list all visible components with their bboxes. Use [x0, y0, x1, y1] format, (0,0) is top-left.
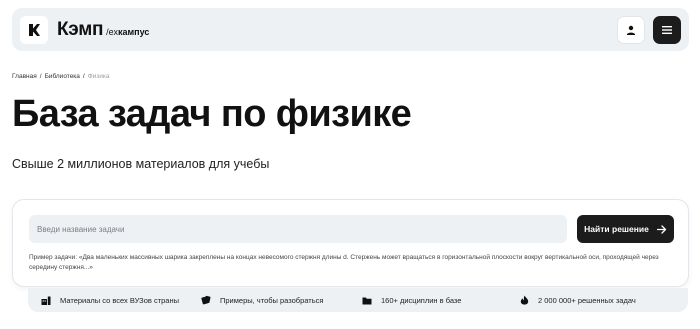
feature-label: Примеры, чтобы разобраться [220, 295, 324, 305]
user-icon [626, 25, 636, 35]
breadcrumb-current: Физика [87, 73, 110, 80]
search-card: Найти решение Пример задачи: «Два малень… [12, 199, 689, 287]
breadcrumb-library[interactable]: Библиотека [45, 73, 80, 80]
feature-label: 2 000 000+ решенных задач [538, 295, 636, 305]
find-solution-label: Найти решение [584, 224, 649, 234]
feature-examples: Примеры, чтобы разобраться [200, 294, 323, 306]
breadcrumb-separator: / [39, 73, 42, 80]
cards-icon [200, 294, 212, 306]
brand[interactable]: Кэмп /ехкампус [57, 19, 149, 41]
fire-icon [518, 294, 530, 306]
brand-sub: /ехкампус [106, 27, 149, 37]
feature-solved-tasks: 2 000 000+ решенных задач [518, 294, 636, 306]
k-logo-icon [29, 23, 40, 36]
feature-label: Материалы со всех ВУЗов страны [60, 295, 180, 305]
feature-disciplines: 160+ дисциплин в базе [361, 294, 461, 306]
header-actions [617, 15, 681, 44]
profile-button[interactable] [617, 15, 645, 44]
breadcrumb-separator: / [82, 73, 85, 80]
find-solution-button[interactable]: Найти решение [577, 215, 674, 243]
menu-icon [662, 25, 672, 34]
page-title: База задач по физике [12, 93, 412, 135]
brand-name: Кэмп [57, 18, 104, 40]
folder-icon [361, 294, 373, 306]
arrow-right-icon [656, 224, 666, 234]
page-subtitle: Свыше 2 миллионов материалов для учебы [12, 157, 270, 171]
brand-old: кампус [117, 26, 150, 37]
header: Кэмп /ехкампус [12, 8, 689, 51]
page: Кэмп /ехкампус Главная / Библиотека / Фи… [0, 0, 700, 329]
university-icon [40, 294, 52, 306]
menu-button[interactable] [653, 15, 681, 44]
breadcrumb: Главная / Библиотека / Физика [12, 73, 110, 80]
brand-prefix: /ех [106, 26, 118, 37]
logo[interactable] [20, 15, 48, 44]
feature-label: 160+ дисциплин в базе [381, 295, 462, 305]
breadcrumb-home[interactable]: Главная [12, 73, 37, 80]
task-search-input[interactable] [29, 215, 567, 243]
example-task-text: Пример задачи: «Два маленьких массивных … [29, 254, 659, 271]
feature-universities: Материалы со всех ВУЗов страны [40, 294, 179, 306]
features-strip: Материалы со всех ВУЗов страны Примеры, … [28, 288, 688, 312]
